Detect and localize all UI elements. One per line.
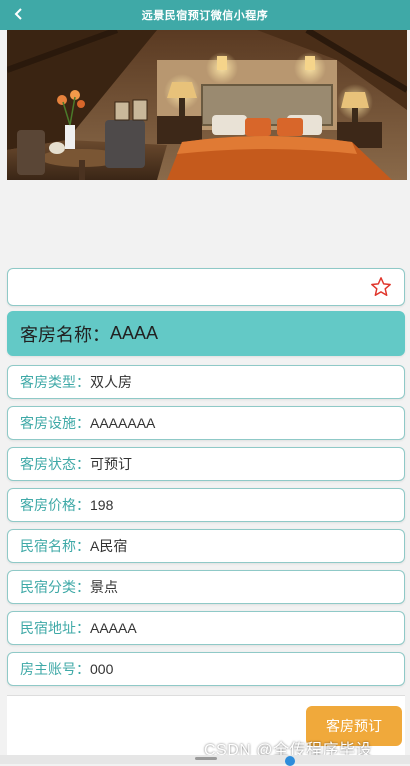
field-label: 客房价格：	[20, 497, 90, 513]
field-label: 房主账号：	[20, 661, 90, 677]
field-value: AAAAAAA	[90, 415, 156, 431]
field-label: 民宿分类：	[20, 579, 90, 595]
page-indicator-dot	[285, 756, 295, 766]
detail-row-category: 民宿分类： 景点	[7, 570, 405, 604]
field-value: 双人房	[90, 374, 132, 390]
field-label: 民宿地址：	[20, 620, 90, 636]
nav-bar: 远景民宿预订微信小程序	[0, 0, 410, 30]
detail-row-status: 客房状态： 可预订	[7, 447, 405, 481]
field-label: 客房类型：	[20, 374, 90, 390]
field-label: 客房设施：	[20, 415, 90, 431]
image-gallery-spacer	[0, 180, 410, 268]
detail-row-price: 客房价格： 198	[7, 488, 405, 522]
room-name-card: 客房名称： AAAA	[7, 311, 405, 356]
field-value: 198	[90, 497, 114, 513]
field-label: 客房状态：	[20, 456, 90, 472]
detail-row-room-type: 客房类型： 双人房	[7, 365, 405, 399]
room-photo	[7, 30, 407, 180]
chevron-left-icon	[14, 8, 22, 20]
room-name-value: AAAA	[110, 323, 159, 343]
back-button[interactable]	[8, 3, 30, 25]
home-indicator[interactable]	[195, 757, 217, 760]
room-name-label: 客房名称：	[20, 324, 110, 345]
detail-row-facilities: 客房设施： AAAAAAA	[7, 406, 405, 440]
star-outline-icon	[371, 277, 391, 296]
field-value: 可预订	[90, 456, 132, 472]
field-value: A民宿	[90, 538, 128, 554]
detail-row-address: 民宿地址： AAAAA	[7, 611, 405, 645]
field-value: AAAAA	[90, 620, 137, 636]
field-value: 000	[90, 661, 114, 677]
field-value: 景点	[90, 579, 118, 595]
detail-row-homestay-name: 民宿名称： A民宿	[7, 529, 405, 563]
detail-row-owner-account: 房主账号： 000	[7, 652, 405, 686]
favorite-button[interactable]	[370, 276, 392, 298]
field-label: 民宿名称：	[20, 538, 90, 554]
favorite-bar	[7, 268, 405, 306]
page-title: 远景民宿预订微信小程序	[141, 10, 269, 22]
